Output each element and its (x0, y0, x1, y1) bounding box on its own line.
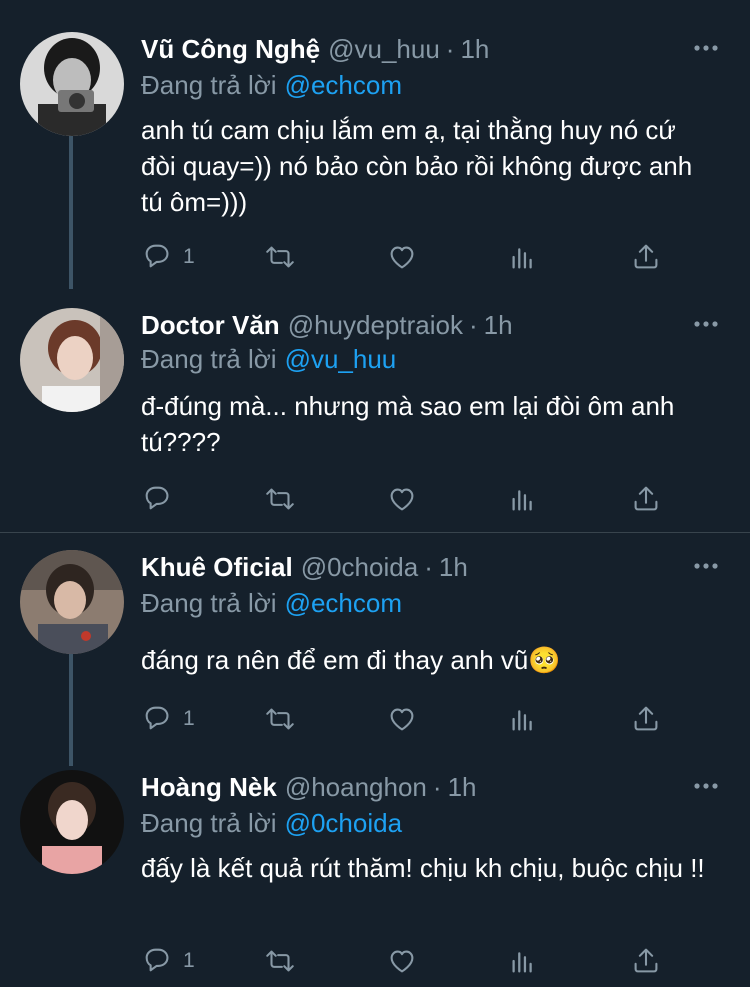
retweet-icon (266, 708, 294, 730)
reply-button[interactable]: 1 (141, 944, 195, 978)
timestamp[interactable]: 1h (460, 34, 489, 64)
stats-button[interactable] (507, 482, 541, 516)
stats-icon (512, 248, 532, 269)
tweet-text: anh tú cam chịu lắm em ạ, tại thằng huy … (141, 115, 693, 217)
share-icon (634, 706, 658, 731)
timestamp[interactable]: 1h (484, 310, 513, 340)
tweet-text: đ-đúng mà... nhưng mà sao em lại đòi ôm … (141, 391, 675, 457)
retweet-button[interactable] (263, 482, 297, 516)
avatar[interactable] (20, 770, 124, 874)
separator-dot: · (432, 772, 442, 802)
separator-dot: · (468, 310, 478, 340)
display-name[interactable]: Hoàng Nèk (141, 772, 277, 802)
tweet-header: Doctor Văn @huydeptraiok · 1h (141, 308, 513, 342)
retweet-button[interactable] (263, 240, 297, 274)
more-dots-icon[interactable] (692, 552, 720, 580)
mention-link[interactable]: @0choida (285, 808, 402, 838)
comment-icon (145, 948, 169, 972)
separator-dot: · (445, 34, 455, 64)
mention-link[interactable]: @echcom (285, 70, 402, 100)
mention-link[interactable]: @vu_huu (285, 344, 397, 374)
display-name[interactable]: Doctor Văn (141, 310, 280, 340)
tweet-header: Khuê Oficial @0choida · 1h (141, 550, 468, 584)
replying-to: Đang trả lời @0choida (141, 806, 402, 840)
share-button[interactable] (629, 702, 663, 736)
reply-button[interactable] (141, 482, 183, 516)
like-button[interactable] (385, 482, 419, 516)
stats-icon (512, 952, 532, 973)
tweet-header: Hoàng Nèk @hoanghon · 1h (141, 770, 476, 804)
tweet-header: Vũ Công Nghệ @vu_huu · 1h (141, 32, 489, 66)
more-dots-icon[interactable] (692, 772, 720, 800)
divider (0, 532, 750, 533)
replying-to-label: Đang trả lời (141, 344, 277, 374)
share-button[interactable] (629, 944, 663, 978)
heart-icon (390, 488, 414, 511)
tweet-actions (141, 482, 721, 516)
stats-icon (512, 490, 532, 511)
comment-icon (145, 244, 169, 268)
stats-button[interactable] (507, 240, 541, 274)
reply-button[interactable]: 1 (141, 240, 195, 274)
heart-icon (390, 950, 414, 973)
avatar[interactable] (20, 550, 124, 654)
share-button[interactable] (629, 482, 663, 516)
comment-icon (145, 486, 169, 510)
like-button[interactable] (385, 240, 419, 274)
heart-icon (390, 708, 414, 731)
replying-to-label: Đang trả lời (141, 808, 277, 838)
reply-count: 1 (183, 245, 195, 268)
retweet-icon (266, 950, 294, 972)
username[interactable]: @hoanghon (285, 772, 427, 802)
tweet-actions: 1 (141, 240, 721, 274)
replying-to-label: Đang trả lời (141, 588, 277, 618)
timestamp[interactable]: 1h (448, 772, 477, 802)
share-icon (634, 948, 658, 973)
mention-link[interactable]: @echcom (285, 588, 402, 618)
tweet-actions: 1 (141, 702, 721, 736)
username[interactable]: @0choida (301, 552, 418, 582)
retweet-button[interactable] (263, 702, 297, 736)
reply-button[interactable]: 1 (141, 702, 195, 736)
more-dots-icon[interactable] (692, 310, 720, 338)
timestamp[interactable]: 1h (439, 552, 468, 582)
separator-dot: · (424, 552, 433, 582)
stats-button[interactable] (507, 944, 541, 978)
stats-icon (512, 710, 532, 731)
comment-icon (145, 706, 169, 730)
stats-button[interactable] (507, 702, 541, 736)
retweet-button[interactable] (263, 944, 297, 978)
tweet-text: đấy là kết quả rút thăm! chịu kh chịu, b… (141, 853, 705, 883)
thread-line (69, 654, 73, 766)
share-icon (634, 244, 658, 269)
tweet-actions: 1 (141, 944, 721, 978)
username[interactable]: @huydeptraiok (288, 310, 463, 340)
share-icon (634, 486, 658, 511)
replying-to: Đang trả lời @echcom (141, 68, 402, 102)
tweet-text: đáng ra nên để em đi thay anh vũ🥺 (141, 645, 561, 675)
display-name[interactable]: Khuê Oficial (141, 552, 293, 582)
more-dots-icon[interactable] (692, 34, 720, 62)
avatar[interactable] (20, 32, 124, 136)
reply-count: 1 (183, 949, 195, 972)
heart-icon (390, 246, 414, 269)
username[interactable]: @vu_huu (328, 34, 440, 64)
retweet-icon (266, 246, 294, 268)
share-button[interactable] (629, 240, 663, 274)
retweet-icon (266, 488, 294, 510)
display-name[interactable]: Vũ Công Nghệ (141, 34, 320, 64)
replying-to: Đang trả lời @echcom (141, 586, 402, 620)
like-button[interactable] (385, 944, 419, 978)
reply-count: 1 (183, 707, 195, 730)
like-button[interactable] (385, 702, 419, 736)
thread-line (69, 134, 73, 289)
replying-to: Đang trả lời @vu_huu (141, 342, 396, 376)
avatar[interactable] (20, 308, 124, 412)
replying-to-label: Đang trả lời (141, 70, 277, 100)
